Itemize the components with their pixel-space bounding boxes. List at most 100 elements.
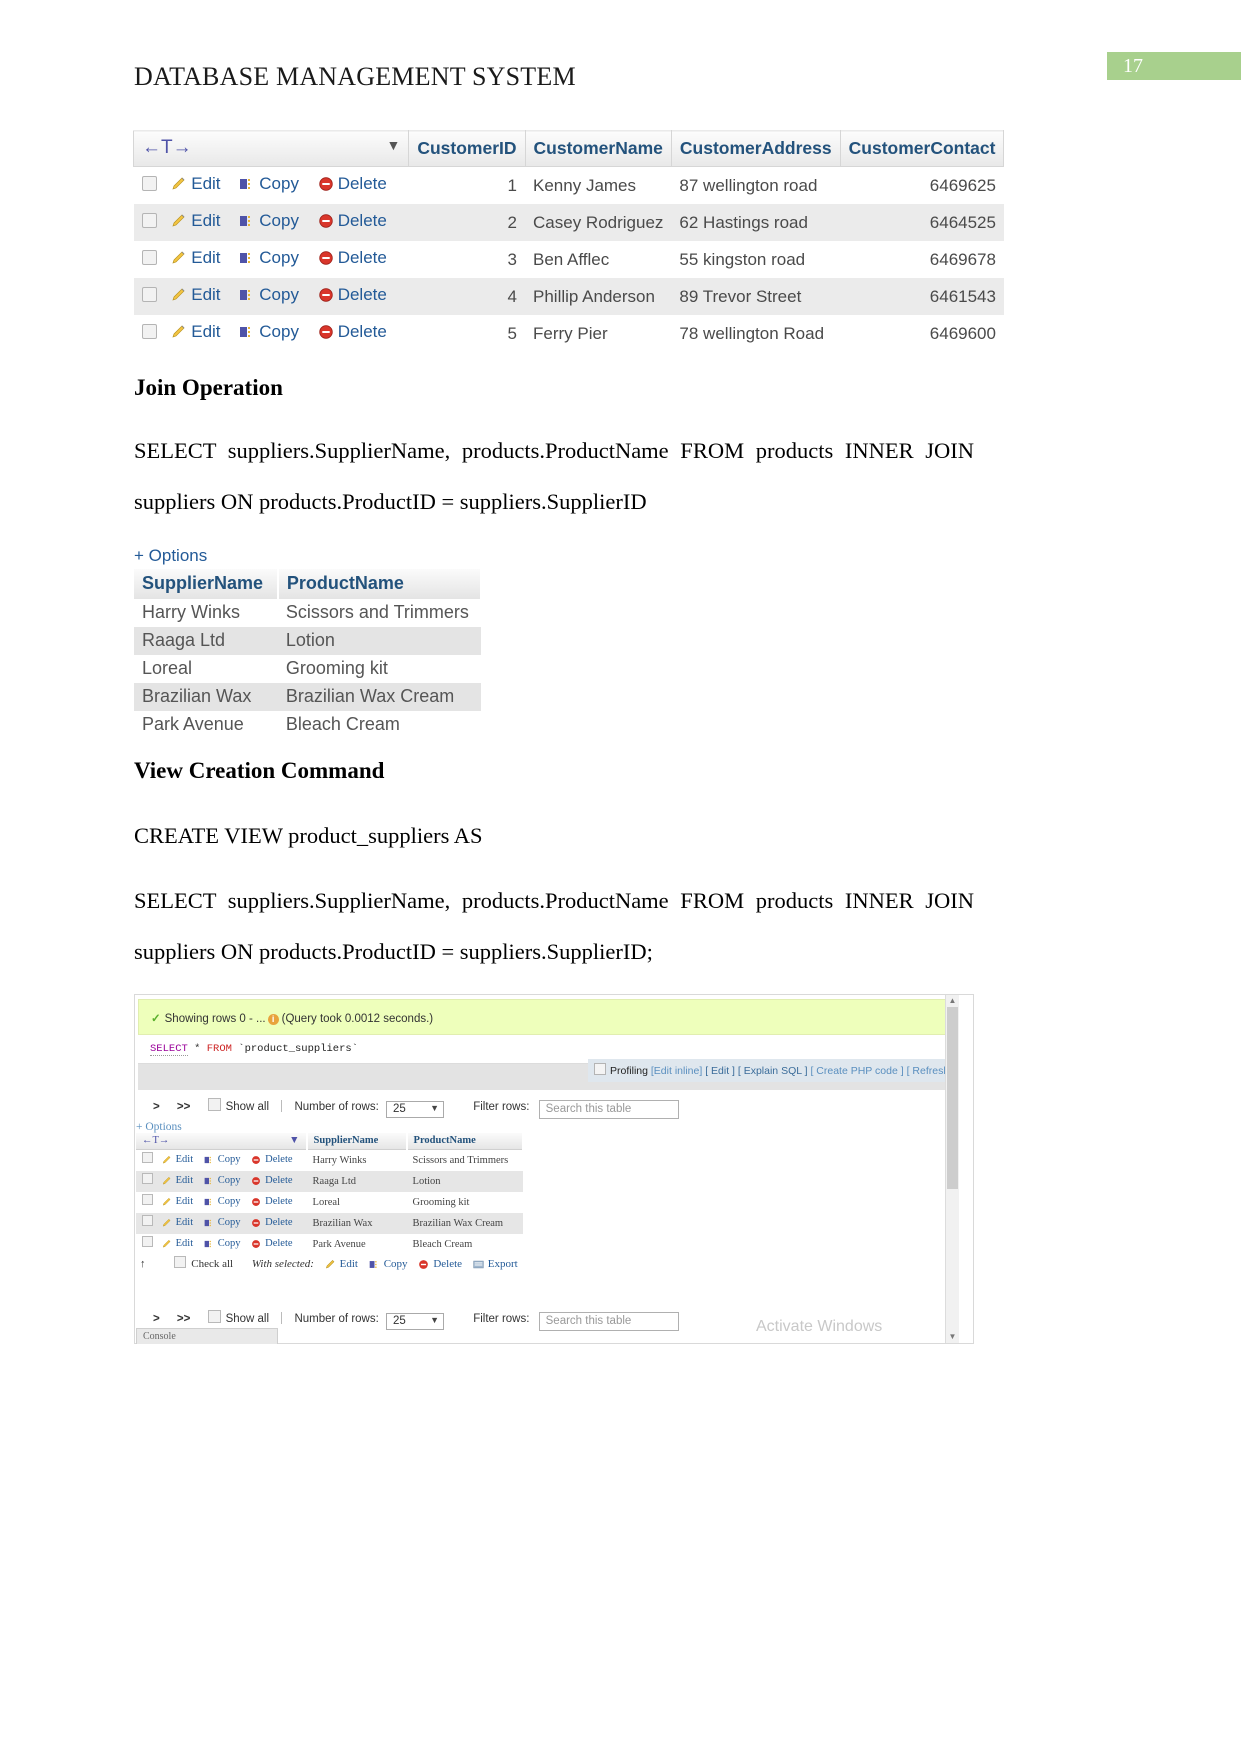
row-nav-header[interactable]: ←T→ ▼ — [136, 1133, 308, 1150]
delete-action[interactable]: Delete — [251, 1217, 293, 1228]
delete-action[interactable]: Delete — [318, 248, 387, 267]
sort-caret-icon[interactable]: ▼ — [289, 1135, 299, 1146]
copy-action[interactable]: Copy — [239, 174, 303, 193]
options-link[interactable]: + Options — [134, 546, 484, 569]
delete-action[interactable]: Delete — [318, 285, 387, 304]
row-actions[interactable]: Edit Copy Delete — [136, 1171, 307, 1192]
show-all-checkbox-bottom[interactable] — [207, 1310, 221, 1323]
copy-action[interactable]: Copy — [239, 322, 303, 341]
copy-action[interactable]: Copy — [239, 211, 303, 230]
copy-action[interactable]: Copy — [204, 1196, 243, 1207]
row-actions[interactable]: Edit Copy Delete — [136, 1192, 307, 1213]
check-all-checkbox[interactable] — [174, 1256, 187, 1268]
row-nav-header[interactable]: ←T→ ▼ — [132, 130, 410, 167]
console-tab[interactable]: Console — [136, 1328, 278, 1344]
copy-action[interactable]: Copy — [204, 1154, 243, 1165]
copy-action[interactable]: Copy — [239, 248, 303, 267]
edit-inline-link[interactable]: [Edit inline] — [651, 1065, 702, 1077]
scroll-to-top-icon[interactable]: ↑ — [140, 1258, 146, 1270]
delete-action[interactable]: Delete — [251, 1175, 293, 1186]
filter-rows-input[interactable]: Search this table — [538, 1100, 679, 1119]
delete-action[interactable]: Delete — [251, 1196, 293, 1207]
column-header-customercontact[interactable]: CustomerContact — [839, 130, 1005, 167]
row-actions[interactable]: Edit Copy Delete — [133, 166, 409, 204]
row-actions[interactable]: Edit Copy Delete — [133, 241, 409, 278]
table-row[interactable]: Edit Copy Delete 3 Ben Afflec 55 kingsto… — [133, 241, 1004, 278]
table-row[interactable]: Edit Copy Delete Raaga Ltd Lotion — [136, 1171, 523, 1192]
delete-action[interactable]: Delete — [318, 174, 387, 193]
row-checkbox[interactable] — [142, 1173, 153, 1184]
filter-rows-input-bottom[interactable]: Search this table — [538, 1312, 679, 1331]
copy-action[interactable]: Copy — [204, 1175, 243, 1186]
table-row[interactable]: Edit Copy Delete Harry Winks Scissors an… — [136, 1149, 523, 1171]
results-options-link[interactable]: + Options — [136, 1121, 182, 1133]
row-checkbox[interactable] — [141, 287, 157, 302]
table-row[interactable]: Edit Copy Delete 5 Ferry Pier 78 welling… — [133, 315, 1004, 352]
row-actions[interactable]: Edit Copy Delete — [133, 315, 409, 352]
edit-action[interactable]: Edit — [162, 1175, 196, 1186]
copy-action[interactable]: Copy — [204, 1238, 243, 1249]
row-actions[interactable]: Edit Copy Delete — [136, 1149, 307, 1171]
delete-action[interactable]: Delete — [318, 322, 387, 341]
column-header-suppliername[interactable]: SupplierName — [306, 1133, 408, 1150]
table-row[interactable]: Edit Copy Delete Brazilian Wax Brazilian… — [136, 1213, 523, 1234]
column-header-productname[interactable]: ProductName — [406, 1133, 524, 1150]
number-of-rows-select[interactable]: ▼ 25 — [386, 1101, 444, 1118]
create-php-code-link[interactable]: [ Create PHP code ] — [810, 1065, 903, 1077]
row-checkbox[interactable] — [142, 1215, 153, 1226]
edit-action[interactable]: Edit — [162, 1154, 196, 1165]
scroll-up-arrow-icon[interactable]: ▲ — [946, 995, 959, 1007]
column-header-customerid[interactable]: CustomerID — [408, 130, 526, 167]
show-all-checkbox[interactable] — [207, 1098, 221, 1111]
edit-action[interactable]: Edit — [162, 1238, 196, 1249]
copy-action[interactable]: Copy — [239, 285, 303, 304]
edit-action[interactable]: Edit — [162, 1217, 196, 1228]
table-row[interactable]: Edit Copy Delete Loreal Grooming kit — [136, 1192, 523, 1213]
edit-action[interactable]: Edit — [162, 1196, 196, 1207]
row-actions[interactable]: Edit Copy Delete — [136, 1234, 307, 1255]
row-checkbox[interactable] — [141, 176, 157, 191]
sort-caret-icon[interactable]: ▼ — [386, 137, 400, 153]
row-checkbox[interactable] — [142, 1194, 153, 1205]
edit-action[interactable]: Edit — [171, 248, 225, 267]
row-actions[interactable]: Edit Copy Delete — [136, 1213, 307, 1234]
edit-action[interactable]: Edit — [171, 211, 225, 230]
scrollbar-thumb[interactable] — [947, 1007, 958, 1189]
last-page-button[interactable]: >> — [177, 1101, 190, 1113]
row-checkbox[interactable] — [142, 1152, 153, 1163]
delete-action[interactable]: Delete — [318, 211, 387, 230]
column-header-customername[interactable]: CustomerName — [524, 130, 672, 167]
table-row[interactable]: Edit Copy Delete 4 Phillip Anderson 89 T… — [133, 278, 1004, 315]
edit-link[interactable]: [ Edit ] — [705, 1065, 735, 1077]
table-row[interactable]: Edit Copy Delete 1 Kenny James 87 wellin… — [133, 166, 1004, 204]
bulk-copy-action[interactable]: Copy — [369, 1258, 411, 1270]
next-page-button-bottom[interactable]: > — [153, 1313, 160, 1325]
edit-action[interactable]: Edit — [171, 322, 225, 341]
edit-action[interactable]: Edit — [171, 174, 225, 193]
copy-action[interactable]: Copy — [204, 1217, 243, 1228]
column-header-suppliername[interactable]: SupplierName — [134, 569, 279, 599]
next-page-button[interactable]: > — [153, 1101, 160, 1113]
explain-sql-link[interactable]: [ Explain SQL ] — [738, 1065, 808, 1077]
row-actions[interactable]: Edit Copy Delete — [133, 278, 409, 315]
edit-action[interactable]: Edit — [171, 285, 225, 304]
bulk-delete-action[interactable]: Delete — [418, 1258, 464, 1270]
row-actions[interactable]: Edit Copy Delete — [133, 204, 409, 241]
row-checkbox[interactable] — [141, 213, 157, 228]
last-page-button-bottom[interactable]: >> — [177, 1313, 190, 1325]
bulk-edit-action[interactable]: Edit — [325, 1258, 361, 1270]
column-header-customeraddress[interactable]: CustomerAddress — [670, 130, 841, 167]
number-of-rows-select-bottom[interactable]: ▼ 25 — [386, 1313, 444, 1330]
delete-action[interactable]: Delete — [251, 1154, 293, 1165]
info-icon[interactable]: i — [267, 1014, 279, 1025]
bulk-export-action[interactable]: Export — [473, 1258, 518, 1270]
table-row[interactable]: Edit Copy Delete 2 Casey Rodriguez 62 Ha… — [133, 204, 1004, 241]
row-checkbox[interactable] — [141, 250, 157, 265]
scroll-down-arrow-icon[interactable]: ▼ — [946, 1331, 959, 1343]
table-row[interactable]: Edit Copy Delete Park Avenue Bleach Crea… — [136, 1234, 523, 1255]
row-checkbox[interactable] — [141, 324, 157, 339]
row-checkbox[interactable] — [142, 1236, 153, 1247]
column-header-productname[interactable]: ProductName — [277, 569, 483, 599]
delete-action[interactable]: Delete — [251, 1238, 293, 1249]
profiling-checkbox[interactable] — [594, 1063, 607, 1075]
